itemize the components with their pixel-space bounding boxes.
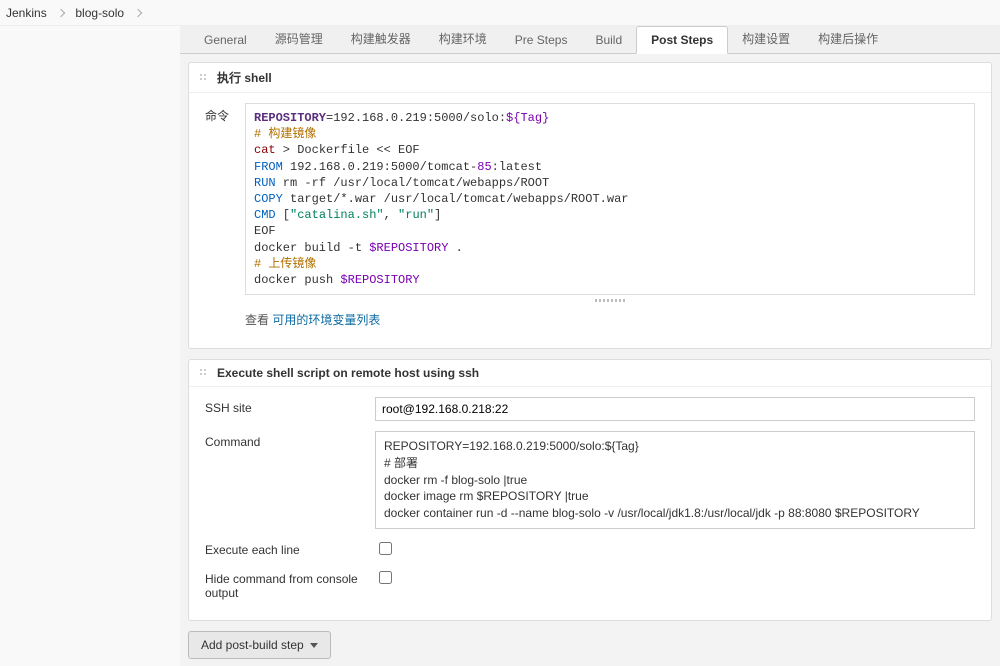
shell-command-editor[interactable]: REPOSITORY=192.168.0.219:5000/solo:${Tag… (245, 103, 975, 295)
chevron-down-icon (310, 643, 318, 648)
drag-handle-icon[interactable] (199, 368, 209, 378)
tab-build[interactable]: Build (581, 27, 636, 53)
breadcrumb-job[interactable]: blog-solo (75, 6, 124, 20)
exec-each-line-label: Execute each line (205, 539, 375, 557)
env-vars-link[interactable]: 可用的环境变量列表 (272, 313, 380, 327)
execute-shell-block: 执行 shell 命令 REPOSITORY=192.168.0.219:500… (188, 62, 992, 349)
tab-general[interactable]: General (190, 27, 261, 53)
tab-build-env[interactable]: 构建环境 (425, 24, 501, 53)
resize-handle-icon[interactable] (245, 295, 975, 305)
ssh-execute-block: Execute shell script on remote host usin… (188, 359, 992, 621)
ssh-site-input[interactable] (375, 397, 975, 421)
add-post-build-step-button[interactable]: Add post-build step (188, 631, 331, 659)
tab-build-settings[interactable]: 构建设置 (728, 24, 804, 53)
env-vars-help: 查看 可用的环境变量列表 (245, 311, 975, 328)
tab-pre-steps[interactable]: Pre Steps (501, 27, 582, 53)
ssh-execute-title: Execute shell script on remote host usin… (217, 366, 479, 380)
breadcrumb: Jenkins blog-solo (0, 0, 1000, 26)
execute-shell-title: 执行 shell (217, 69, 272, 86)
hide-output-checkbox[interactable] (379, 571, 392, 584)
tab-scm[interactable]: 源码管理 (261, 24, 337, 53)
tab-post-steps[interactable]: Post Steps (636, 26, 728, 54)
breadcrumb-root[interactable]: Jenkins (6, 6, 47, 20)
chevron-right-icon (134, 9, 142, 17)
exec-each-line-checkbox[interactable] (379, 542, 392, 555)
tab-triggers[interactable]: 构建触发器 (337, 24, 425, 53)
shell-command-label: 命令 (205, 103, 245, 124)
ssh-command-label: Command (205, 431, 375, 449)
tab-post-build-actions[interactable]: 构建后操作 (804, 24, 892, 53)
ssh-site-label: SSH site (205, 397, 375, 415)
config-tabs: General 源码管理 构建触发器 构建环境 Pre Steps Build … (180, 26, 1000, 54)
drag-handle-icon[interactable] (199, 73, 209, 83)
chevron-right-icon (57, 9, 65, 17)
ssh-command-textarea[interactable]: REPOSITORY=192.168.0.219:5000/solo:${Tag… (375, 431, 975, 529)
hide-output-label: Hide command from console output (205, 568, 375, 600)
